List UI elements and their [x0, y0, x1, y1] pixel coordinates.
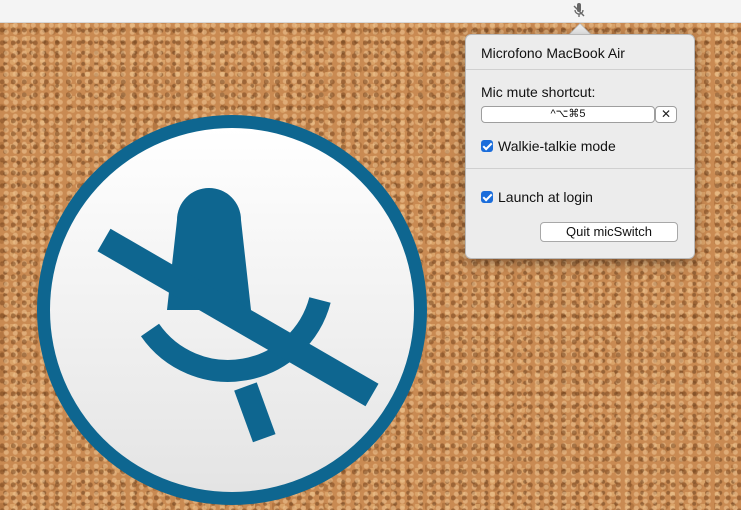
separator — [466, 168, 694, 169]
shortcut-label: Mic mute shortcut: — [481, 84, 596, 100]
shortcut-input[interactable]: ^⌥⌘5 — [481, 106, 655, 123]
launch-at-login-row[interactable]: Launch at login — [481, 188, 593, 206]
walkie-talkie-row[interactable]: Walkie-talkie mode — [481, 137, 616, 155]
mic-muted-app-icon — [37, 115, 427, 505]
micswitch-popover: Microfono MacBook Air Mic mute shortcut:… — [465, 34, 695, 259]
menu-bar — [0, 0, 741, 23]
walkie-talkie-checkbox[interactable] — [481, 140, 493, 152]
separator — [466, 69, 694, 70]
walkie-talkie-label: Walkie-talkie mode — [498, 138, 616, 154]
launch-at-login-label: Launch at login — [498, 189, 593, 205]
device-name: Microfono MacBook Air — [481, 45, 625, 61]
launch-at-login-checkbox[interactable] — [481, 191, 493, 203]
popover-arrow — [570, 24, 590, 34]
clear-shortcut-button[interactable]: ✕ — [655, 106, 677, 123]
quit-button[interactable]: Quit micSwitch — [540, 222, 678, 242]
mic-muted-icon[interactable] — [570, 2, 588, 20]
